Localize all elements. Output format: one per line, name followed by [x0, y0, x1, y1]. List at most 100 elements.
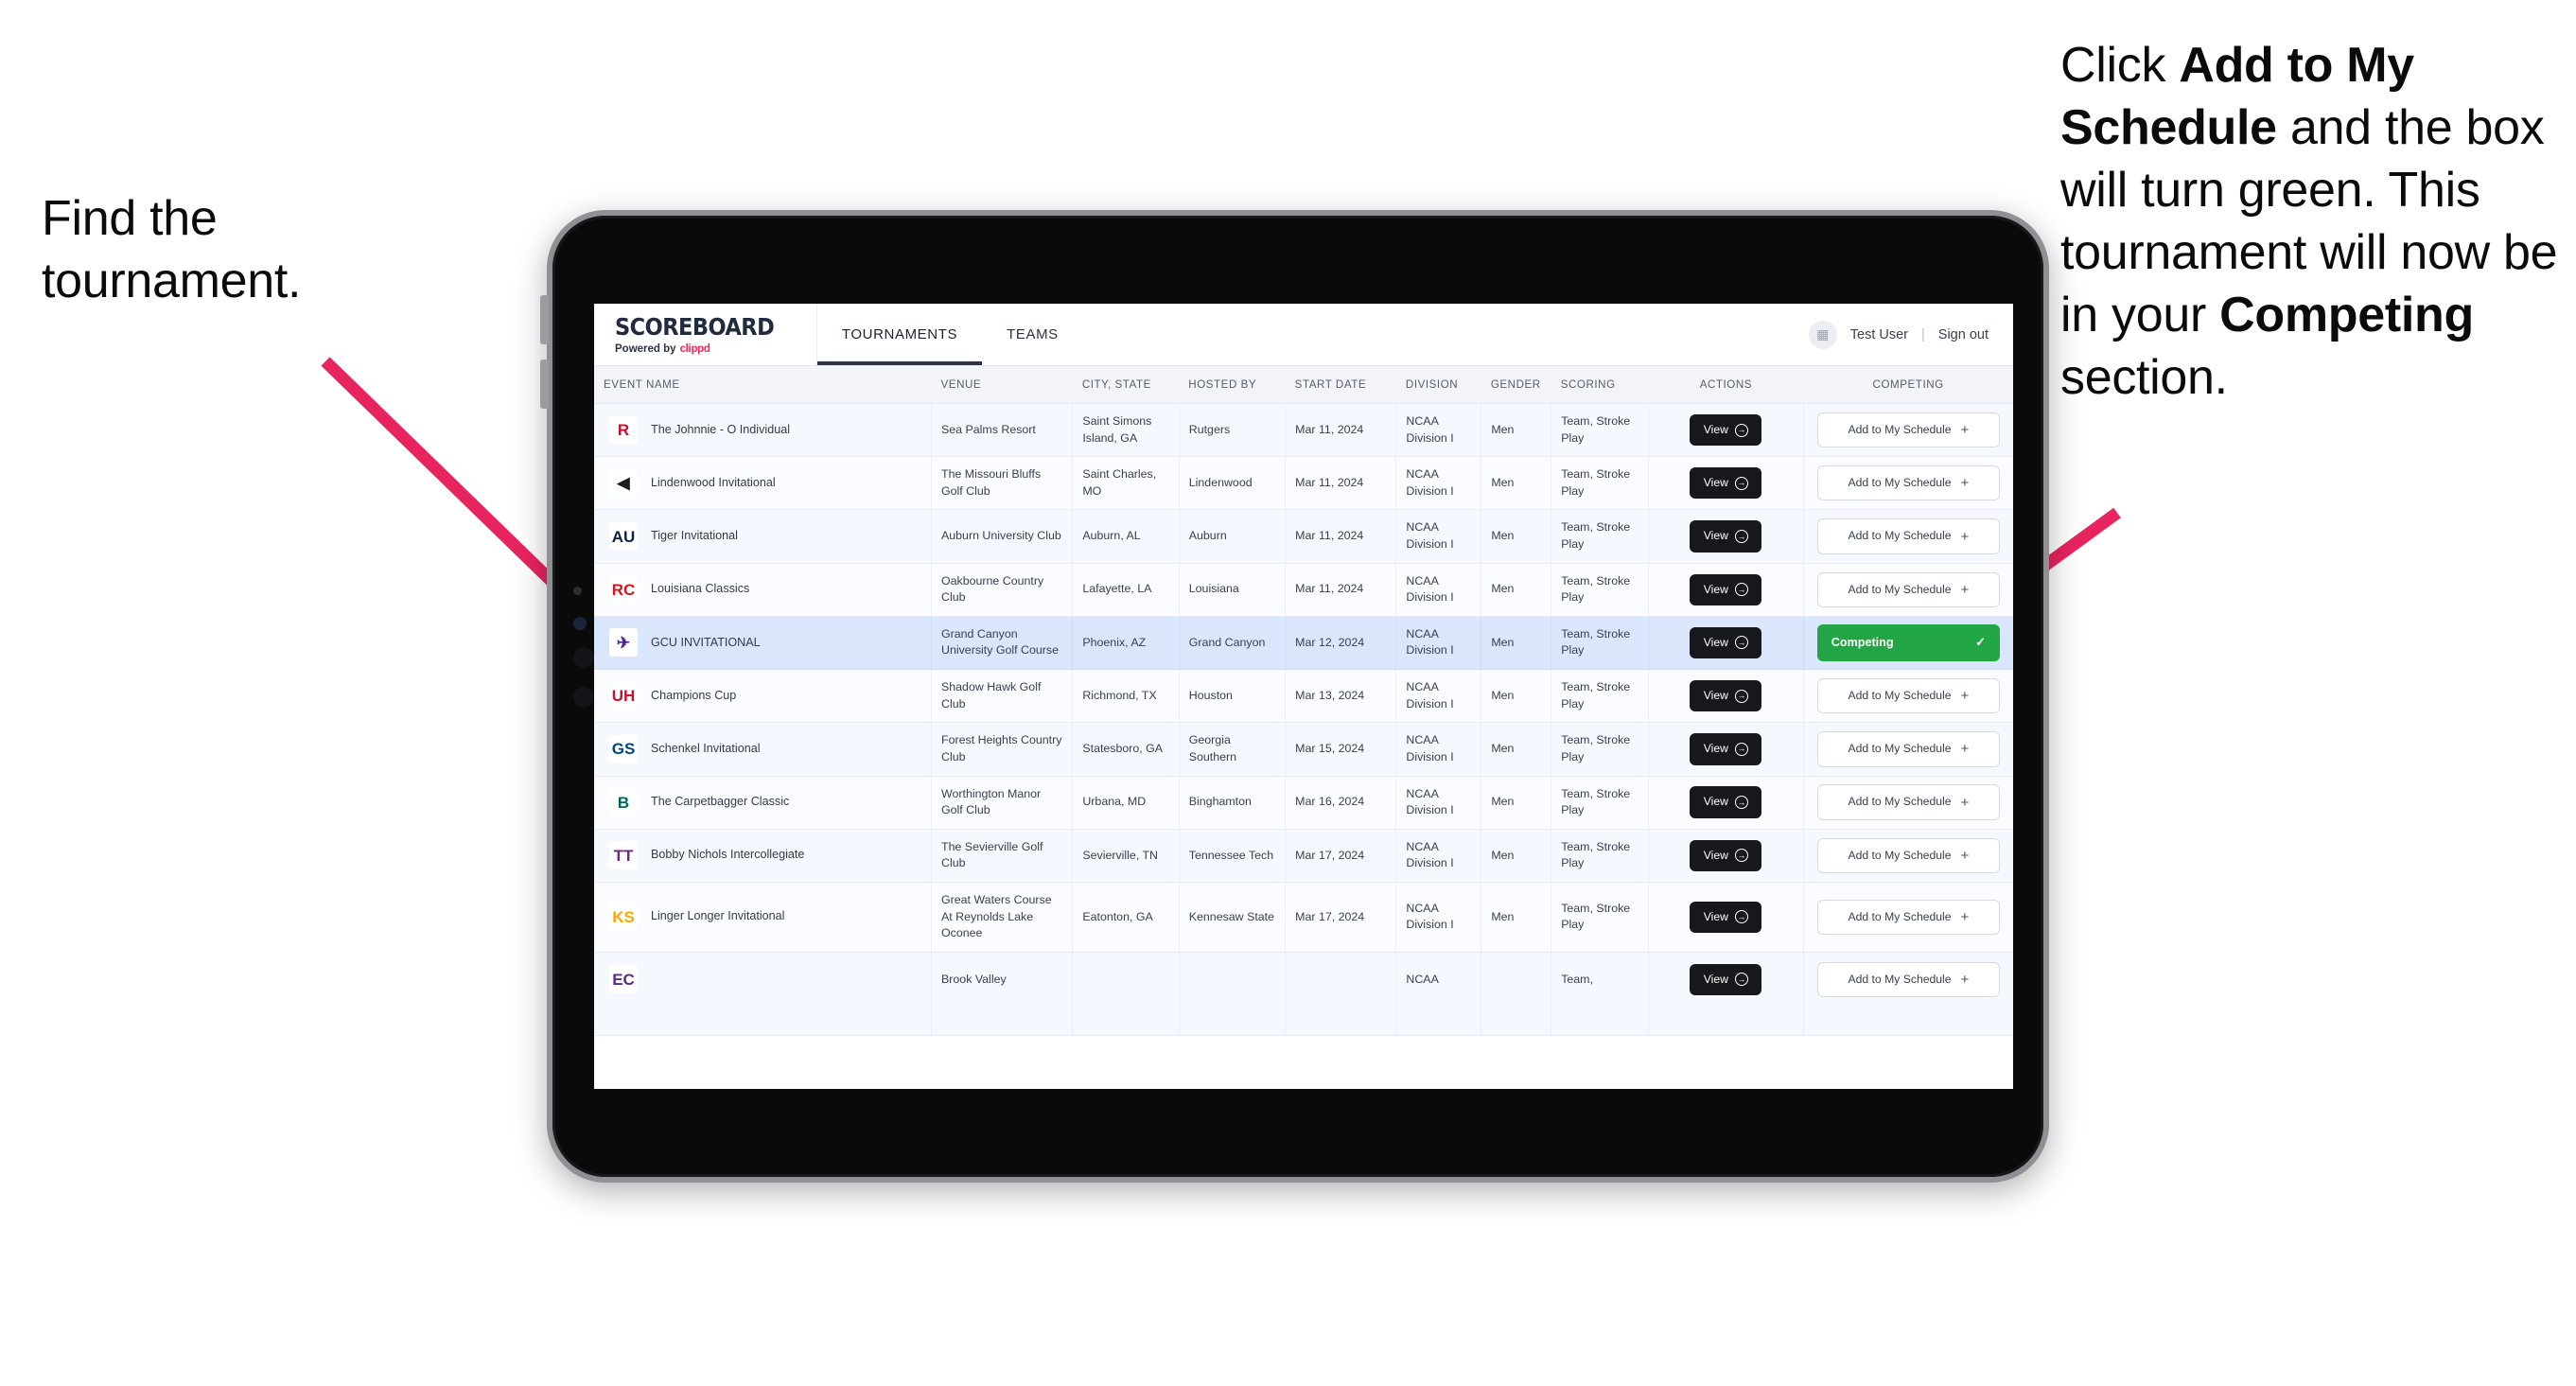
- cell-start-date: Mar 13, 2024: [1285, 669, 1397, 724]
- cell-venue: Oakbourne Country Club: [931, 563, 1074, 617]
- view-button[interactable]: View →: [1690, 573, 1762, 605]
- cell-gender: Men: [1481, 722, 1552, 777]
- volume-up-button[interactable]: [540, 295, 549, 344]
- cell-start-date: Mar 17, 2024: [1285, 829, 1397, 883]
- competing-button-label: Competing: [1831, 635, 1894, 649]
- table-row[interactable]: KS Linger Longer Invitational Great Waters…: [594, 882, 2013, 953]
- view-button-label: View: [1703, 422, 1728, 436]
- competing-button[interactable]: Competing ✓: [1816, 624, 2000, 661]
- add-to-my-schedule-label: Add to My Schedule: [1848, 848, 1952, 862]
- cell-scoring: Team,: [1551, 952, 1649, 1037]
- team-logo-icon: R: [609, 415, 638, 445]
- view-button[interactable]: View →: [1690, 733, 1762, 765]
- table-row[interactable]: R The Johnnie - O Individual Sea Palms Res…: [594, 403, 2013, 458]
- view-button[interactable]: View →: [1690, 963, 1762, 996]
- cell-gender: Men: [1481, 563, 1552, 617]
- view-button[interactable]: View →: [1690, 520, 1762, 553]
- column-header-event-name[interactable]: EVENT NAME: [594, 366, 932, 404]
- column-header-city-state[interactable]: CITY, STATE: [1072, 366, 1180, 404]
- brand-logo[interactable]: SCOREBOARD Powered by clippd: [594, 304, 817, 365]
- cell-event-name: ✈ GCU INVITATIONAL: [594, 616, 933, 671]
- add-to-my-schedule-button[interactable]: Add to My Schedule +: [1816, 899, 2000, 936]
- view-button[interactable]: View →: [1690, 680, 1762, 712]
- column-header-venue[interactable]: VENUE: [931, 366, 1073, 404]
- cell-venue: Brook Valley: [931, 952, 1074, 1037]
- add-to-my-schedule-button[interactable]: Add to My Schedule +: [1816, 518, 2000, 554]
- table-row[interactable]: ✈ GCU INVITATIONAL Grand Canyon University…: [594, 616, 2013, 671]
- event-name-label: GCU INVITATIONAL: [651, 635, 761, 649]
- cell-start-date: Mar 12, 2024: [1285, 616, 1397, 671]
- plus-icon: +: [1960, 422, 1970, 439]
- cell-competing: Add to My Schedule +: [1803, 776, 2013, 830]
- tab-tournaments[interactable]: TOURNAMENTS: [816, 304, 983, 365]
- view-button[interactable]: View →: [1690, 901, 1762, 934]
- add-to-my-schedule-button[interactable]: Add to My Schedule +: [1816, 465, 2000, 501]
- arrow-right-circle-icon: →: [1734, 910, 1748, 924]
- brand-powered-prefix: Powered by: [615, 342, 676, 355]
- table-body: R The Johnnie - O Individual Sea Palms Res…: [594, 403, 2013, 1037]
- add-to-my-schedule-button[interactable]: Add to My Schedule +: [1816, 571, 2000, 607]
- add-to-my-schedule-button[interactable]: Add to My Schedule +: [1816, 731, 2000, 767]
- tab-teams[interactable]: TEAMS: [982, 304, 1083, 365]
- column-header-scoring[interactable]: SCORING: [1551, 366, 1649, 404]
- column-header-start-date[interactable]: START DATE: [1285, 366, 1396, 404]
- add-to-my-schedule-button[interactable]: Add to My Schedule +: [1816, 837, 2000, 874]
- cell-division: NCAA Division I: [1395, 882, 1482, 953]
- cell-actions: View →: [1648, 403, 1804, 458]
- brand-powered-clippd: clippd: [679, 342, 710, 355]
- cell-hosted-by: Georgia Southern: [1179, 722, 1287, 777]
- cell-event-name: R The Johnnie - O Individual: [594, 403, 933, 458]
- add-to-my-schedule-button[interactable]: Add to My Schedule +: [1816, 961, 2000, 998]
- column-header-competing[interactable]: COMPETING: [1803, 366, 2013, 404]
- annotation-right: Click Add to My Schedule and the box wil…: [2060, 34, 2576, 409]
- add-to-my-schedule-button[interactable]: Add to My Schedule +: [1816, 412, 2000, 448]
- column-header-hosted-by[interactable]: HOSTED BY: [1179, 366, 1286, 404]
- arrow-right-circle-icon: →: [1734, 583, 1748, 597]
- view-button[interactable]: View →: [1690, 413, 1762, 447]
- volume-down-button[interactable]: [540, 360, 549, 409]
- view-button[interactable]: View →: [1690, 467, 1762, 500]
- team-logo-icon: RC: [609, 575, 638, 605]
- cell-venue: The Sevierville Golf Club: [931, 829, 1074, 883]
- view-button[interactable]: View →: [1690, 786, 1762, 818]
- view-button[interactable]: View →: [1690, 839, 1762, 872]
- column-header-gender[interactable]: GENDER: [1481, 366, 1551, 404]
- view-button-label: View: [1703, 909, 1728, 923]
- cell-event-name: EC: [594, 952, 933, 1037]
- table-row[interactable]: UH Champions Cup Shadow Hawk Golf Club Rich…: [594, 669, 2013, 724]
- view-button-label: View: [1703, 742, 1728, 756]
- arrow-right-circle-icon: →: [1734, 742, 1748, 756]
- plus-icon: +: [1960, 741, 1970, 758]
- table-row[interactable]: AU Tiger Invitational Auburn University Cl…: [594, 509, 2013, 564]
- user-name[interactable]: Test User: [1850, 327, 1908, 342]
- arrow-right-circle-icon: →: [1734, 423, 1748, 437]
- table-row[interactable]: GS Schenkel Invitational Forest Heights Co…: [594, 722, 2013, 777]
- add-to-my-schedule-button[interactable]: Add to My Schedule +: [1816, 784, 2000, 820]
- table-row[interactable]: ◀ Lindenwood Invitational The Missouri Blu…: [594, 456, 2013, 511]
- user-avatar-icon[interactable]: ▦: [1808, 320, 1837, 349]
- event-name-label: Bobby Nichols Intercollegiate: [651, 848, 805, 862]
- table-row[interactable]: EC Brook Valley NCAA Team, View → Add to My Sc…: [594, 952, 2013, 1037]
- cell-competing: Add to My Schedule +: [1803, 669, 2013, 724]
- cell-start-date: Mar 11, 2024: [1285, 509, 1397, 564]
- table-row[interactable]: TT Bobby Nichols Intercollegiate The Sevie…: [594, 829, 2013, 883]
- view-button-label: View: [1703, 848, 1728, 862]
- team-logo-icon: ◀: [609, 468, 638, 498]
- cell-actions: View →: [1648, 829, 1804, 883]
- cell-start-date: Mar 17, 2024: [1285, 882, 1397, 953]
- view-button[interactable]: View →: [1690, 626, 1762, 659]
- table-row[interactable]: RC Louisiana Classics Oakbourne Country Cl…: [594, 563, 2013, 617]
- cell-hosted-by: [1179, 952, 1287, 1037]
- tournaments-table-scroll[interactable]: EVENT NAME VENUE CITY, STATE HOSTED BY START…: [594, 366, 2013, 1089]
- team-logo-icon: B: [609, 788, 638, 817]
- sign-out-link[interactable]: Sign out: [1938, 327, 1989, 342]
- arrow-right-circle-icon: →: [1734, 476, 1748, 490]
- column-header-actions[interactable]: ACTIONS: [1648, 366, 1804, 404]
- add-to-my-schedule-button[interactable]: Add to My Schedule +: [1816, 678, 2000, 714]
- column-header-division[interactable]: DIVISION: [1395, 366, 1481, 404]
- table-row[interactable]: B The Carpetbagger Classic Worthington Man…: [594, 776, 2013, 830]
- add-to-my-schedule-label: Add to My Schedule: [1848, 795, 1952, 809]
- view-button-label: View: [1703, 689, 1728, 703]
- add-to-my-schedule-label: Add to My Schedule: [1848, 476, 1952, 490]
- arrow-right-circle-icon: →: [1734, 849, 1748, 863]
